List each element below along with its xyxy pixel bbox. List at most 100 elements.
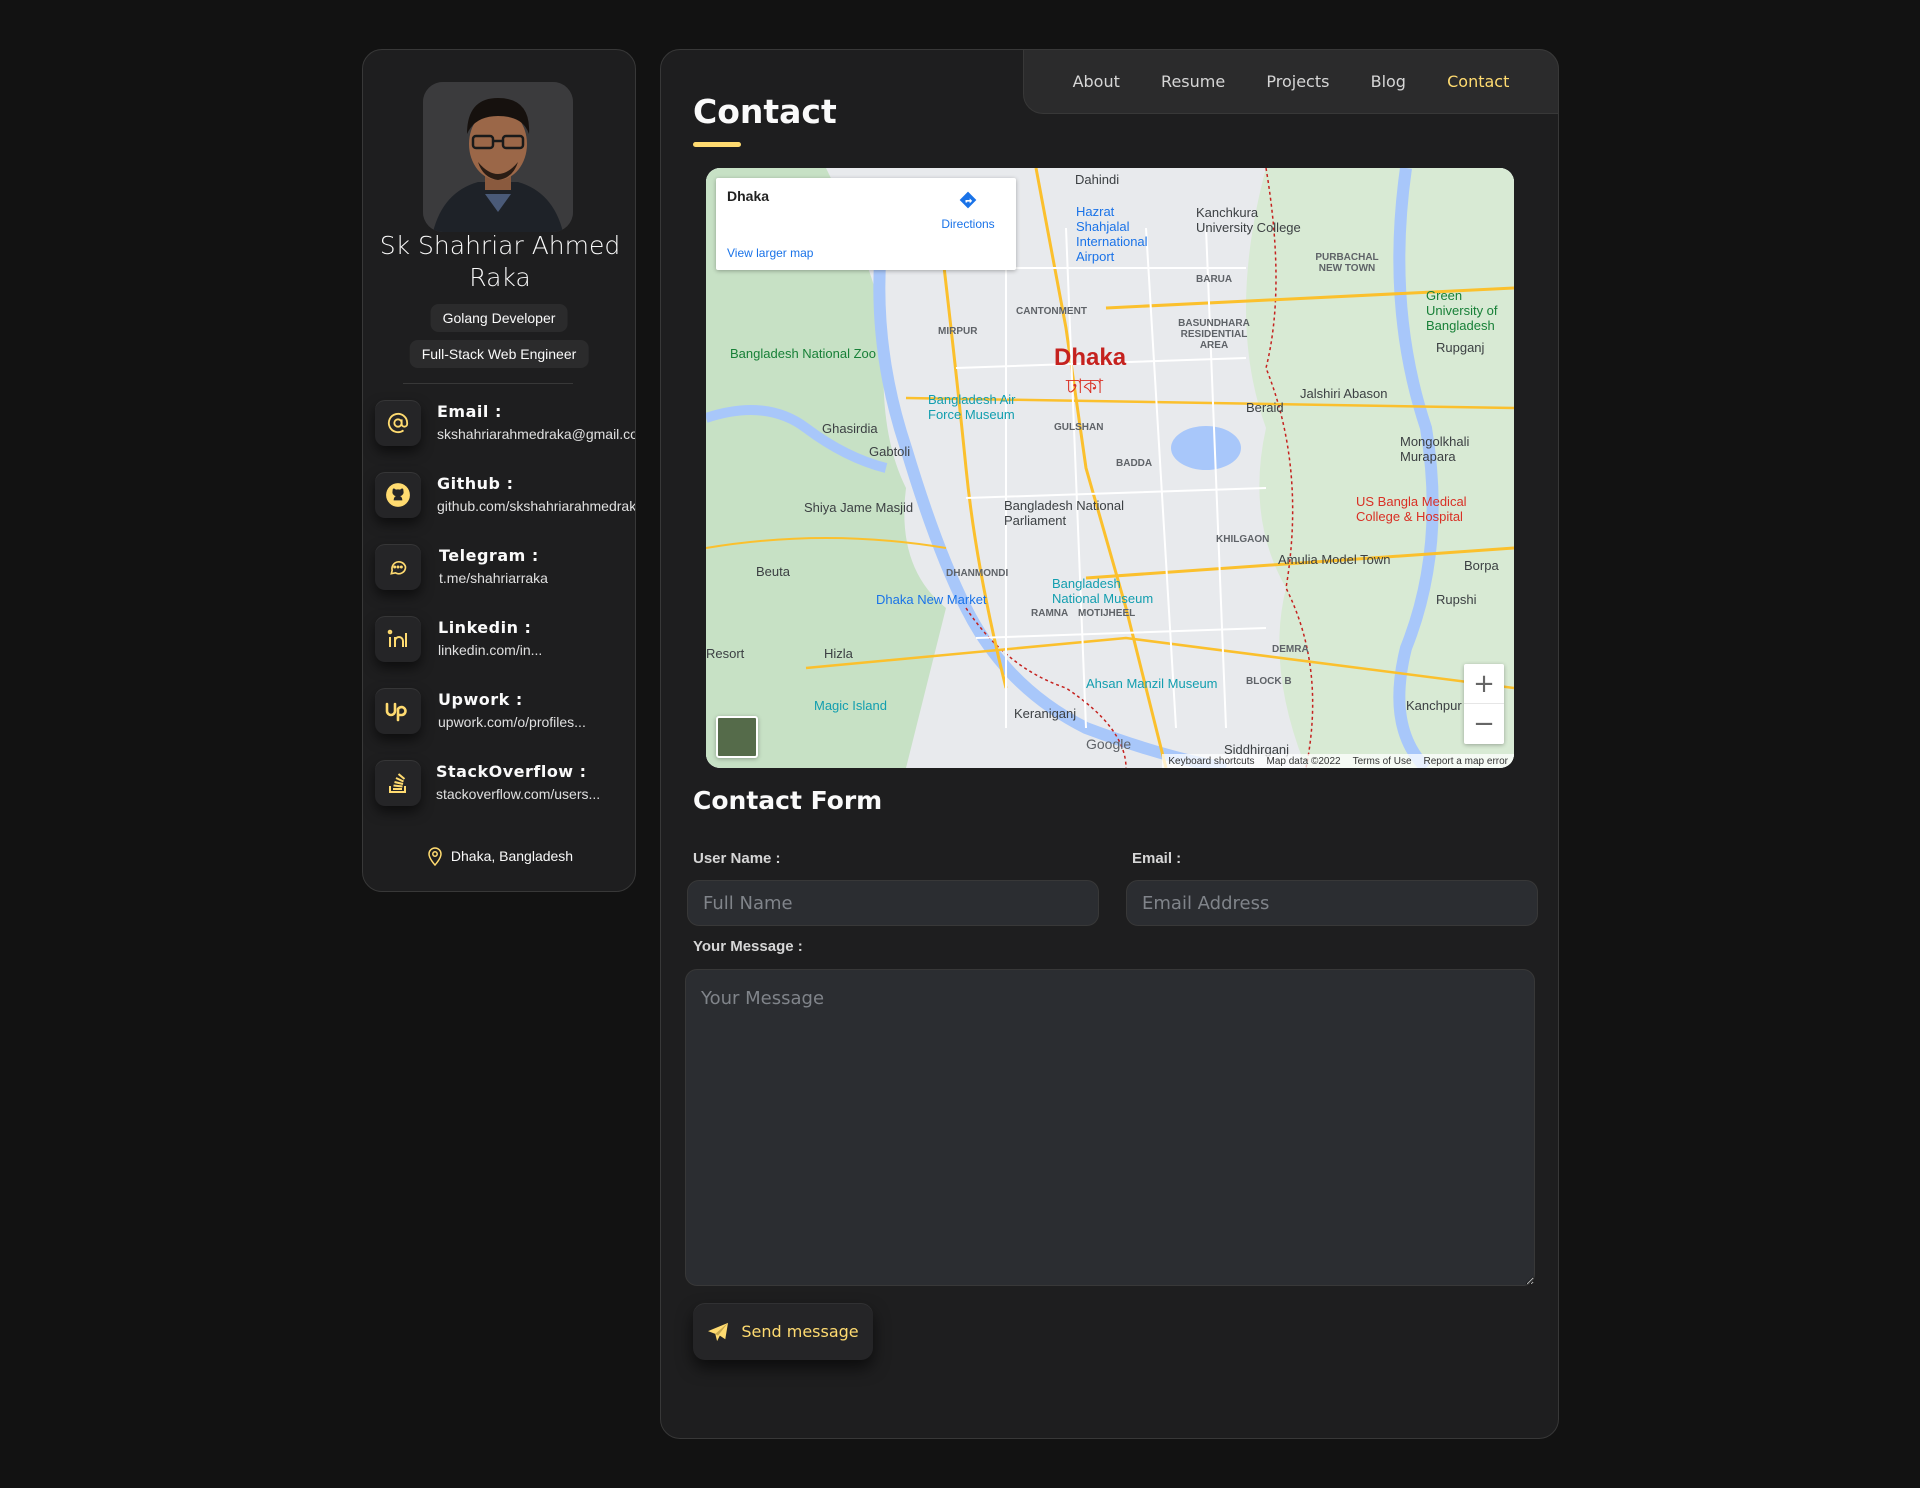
report-error-link[interactable]: Report a map error xyxy=(1424,756,1508,767)
zoom-in-button[interactable]: + xyxy=(1464,664,1504,704)
message-textarea[interactable] xyxy=(685,969,1535,1286)
map-label: DEMRA xyxy=(1272,644,1309,655)
contact-label: Upwork : xyxy=(438,690,523,709)
location-text: Dhaka, Bangladesh xyxy=(450,848,574,864)
contact-link[interactable]: github.com/skshahriarahmedraka xyxy=(437,498,635,514)
map-label: Resort xyxy=(706,646,745,661)
map-label: Bangladesh National Parliament xyxy=(1004,498,1124,528)
google-logo: Google xyxy=(1086,736,1132,752)
contact-email[interactable]: Email : skshahriarahmedraka@gmail.com xyxy=(375,400,635,458)
map-label: Ghasirdia xyxy=(822,421,878,436)
contact-upwork[interactable]: Upwork : upwork.com/o/profiles... xyxy=(375,688,635,746)
location: Dhaka, Bangladesh xyxy=(363,846,635,866)
view-larger-map-link[interactable]: View larger map xyxy=(727,246,813,260)
profile-name: Sk Shahriar Ahmed Raka xyxy=(379,231,621,292)
map-label: US Bangla Medical College & Hospital xyxy=(1356,494,1467,524)
nav-projects[interactable]: Projects xyxy=(1266,72,1329,91)
map-label: Rupshi xyxy=(1436,592,1477,607)
map-label: Bangladesh National Museum xyxy=(1052,576,1154,606)
map-label: RAMNA xyxy=(1031,608,1069,619)
avatar-image xyxy=(423,82,573,232)
map-label: Beraid xyxy=(1246,400,1284,415)
map-label: KHILGAON xyxy=(1216,534,1270,545)
map-label: Hizla xyxy=(824,646,853,661)
contact-label: Linkedin : xyxy=(438,618,532,637)
contact-telegram[interactable]: Telegram : t.me/shahriarraka xyxy=(375,544,635,602)
map-place-name: Dhaka xyxy=(727,188,770,204)
map-label: Magic Island xyxy=(814,698,887,713)
map-info-card: Dhaka Directions View larger map xyxy=(716,178,1016,270)
contact-label: StackOverflow : xyxy=(436,762,587,781)
form-title: Contact Form xyxy=(693,786,883,815)
contact-stackoverflow[interactable]: StackOverflow : stackoverflow.com/users.… xyxy=(375,760,635,818)
title-underline xyxy=(693,142,741,147)
nav-about[interactable]: About xyxy=(1073,72,1120,91)
map-city-label: Dhaka xyxy=(1054,344,1127,371)
map-label: Beuta xyxy=(756,564,790,579)
map-label: Hazrat Shahjalal International Airport xyxy=(1076,204,1148,264)
title-badge: Golang Developer xyxy=(430,304,568,332)
map-label: MOTIJHEEL xyxy=(1078,608,1136,619)
map-label: GULSHAN xyxy=(1054,422,1104,433)
map-city-label-bn: ঢাকা xyxy=(1066,376,1103,398)
username-input[interactable] xyxy=(687,880,1099,926)
contact-link[interactable]: linkedin.com/in... xyxy=(438,642,542,658)
nav-contact[interactable]: Contact xyxy=(1447,72,1509,91)
terms-link[interactable]: Terms of Use xyxy=(1353,756,1412,767)
linkedin-icon xyxy=(375,616,421,662)
contact-link[interactable]: upwork.com/o/profiles... xyxy=(438,714,586,730)
map-label: Dahindi xyxy=(1075,172,1120,187)
map-label: CANTONMENT xyxy=(1016,306,1087,317)
map-embed[interactable]: Dhaka Directions View larger map Dahindi… xyxy=(706,168,1514,768)
username-label: User Name : xyxy=(693,850,781,867)
map-label: BASUNDHARA RESIDENTIAL AREA xyxy=(1178,318,1250,351)
map-label: Rupganj xyxy=(1436,340,1485,355)
chat-icon xyxy=(375,544,421,590)
email-input[interactable] xyxy=(1126,880,1538,926)
nav-blog[interactable]: Blog xyxy=(1371,72,1406,91)
at-icon xyxy=(375,400,421,446)
map-label: MIRPUR xyxy=(938,326,978,337)
map-label: Mongolkhali Murapara xyxy=(1400,434,1470,464)
nav-resume[interactable]: Resume xyxy=(1161,72,1225,91)
contact-label: Email : xyxy=(437,402,502,421)
contact-link[interactable]: skshahriarahmedraka@gmail.com xyxy=(437,426,635,442)
title-badge: Full-Stack Web Engineer xyxy=(409,340,589,368)
map-layer-toggle[interactable] xyxy=(716,716,758,758)
map-label: BLOCK B xyxy=(1246,676,1292,687)
map-label: Bangladesh National Zoo xyxy=(730,346,876,361)
map-label: Jalshiri Abason xyxy=(1300,386,1388,401)
map-footer: Keyboard shortcuts Map data ©2022 Terms … xyxy=(1162,754,1514,768)
send-label: Send message xyxy=(741,1322,859,1341)
contact-github[interactable]: Github : github.com/skshahriarahmedraka xyxy=(375,472,635,530)
map-label: Green University of Bangladesh xyxy=(1426,288,1498,333)
map-label: Dhaka New Market xyxy=(876,592,987,607)
map-label: Kanchkura University College xyxy=(1196,205,1301,235)
keyboard-shortcuts-link[interactable]: Keyboard shortcuts xyxy=(1168,756,1254,767)
main-panel: About Resume Projects Blog Contact Conta… xyxy=(660,49,1559,1439)
zoom-out-button[interactable]: − xyxy=(1464,704,1504,744)
navbar: About Resume Projects Blog Contact xyxy=(1023,49,1559,114)
map-label: PURBACHAL NEW TOWN xyxy=(1315,252,1379,274)
map-label: DHANMONDI xyxy=(946,568,1009,579)
message-label: Your Message : xyxy=(693,938,803,955)
directions-button[interactable]: Directions xyxy=(938,190,998,231)
contact-label: Telegram : xyxy=(439,546,539,565)
contact-link[interactable]: t.me/shahriarraka xyxy=(439,570,548,586)
stackoverflow-icon xyxy=(375,760,421,806)
email-label: Email : xyxy=(1132,850,1182,867)
contact-link[interactable]: stackoverflow.com/users... xyxy=(436,786,600,802)
directions-icon xyxy=(959,191,977,209)
profile-sidebar: Sk Shahriar Ahmed Raka Golang Developer … xyxy=(362,49,636,892)
map-label: Borpa xyxy=(1464,558,1499,573)
map-label: Gabtoli xyxy=(869,444,911,459)
paper-plane-icon xyxy=(708,1322,729,1341)
map-label: BADDA xyxy=(1116,458,1153,469)
divider xyxy=(403,383,573,384)
map-data-attribution: Map data ©2022 xyxy=(1266,755,1341,767)
map-label: Amulia Model Town xyxy=(1278,552,1391,567)
map-label: Keraniganj xyxy=(1014,706,1077,721)
contact-linkedin[interactable]: Linkedin : linkedin.com/in... xyxy=(375,616,635,674)
map-label: Ahsan Manzil Museum xyxy=(1086,676,1218,691)
send-message-button[interactable]: Send message xyxy=(693,1303,873,1360)
